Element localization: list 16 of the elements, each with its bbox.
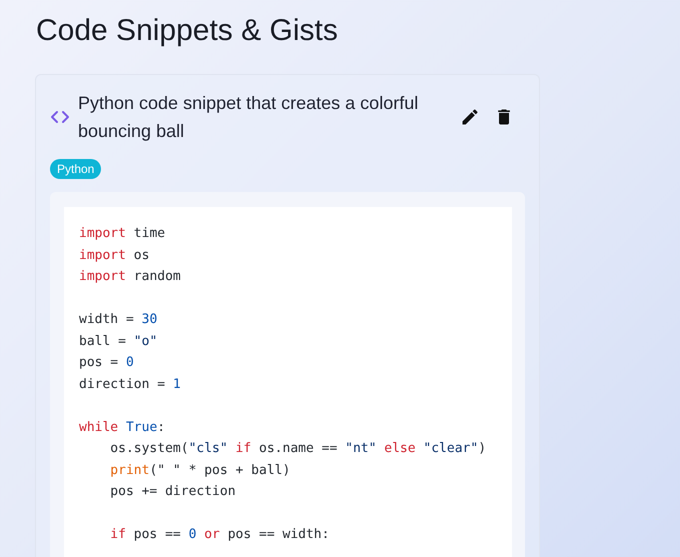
code-line: direction = 1 — [79, 376, 182, 394]
language-tag: Python — [50, 159, 102, 179]
code-icon — [50, 110, 70, 124]
code-line: if pos == 0 or pos == width: — [109, 526, 330, 544]
page-title: Code Snippets & Gists — [36, 13, 339, 49]
code-line: print(" " * pos + ball) — [109, 462, 292, 480]
snippet-title: Python code snippet that creates a colorful bouncing ball — [78, 92, 420, 143]
code-line: pos = 0 — [79, 354, 135, 372]
code-line: while True: — [79, 418, 166, 436]
code-line: os.system("cls" if os.name == "nt" else "clear") — [109, 440, 488, 458]
code-line: ball = "o" — [79, 332, 158, 350]
code-line: pos += direction — [109, 483, 237, 501]
code-line: import time — [79, 225, 166, 243]
code-line: width = 30 — [79, 311, 158, 329]
code-line: import os — [79, 246, 150, 264]
code-line: import random — [79, 268, 182, 286]
